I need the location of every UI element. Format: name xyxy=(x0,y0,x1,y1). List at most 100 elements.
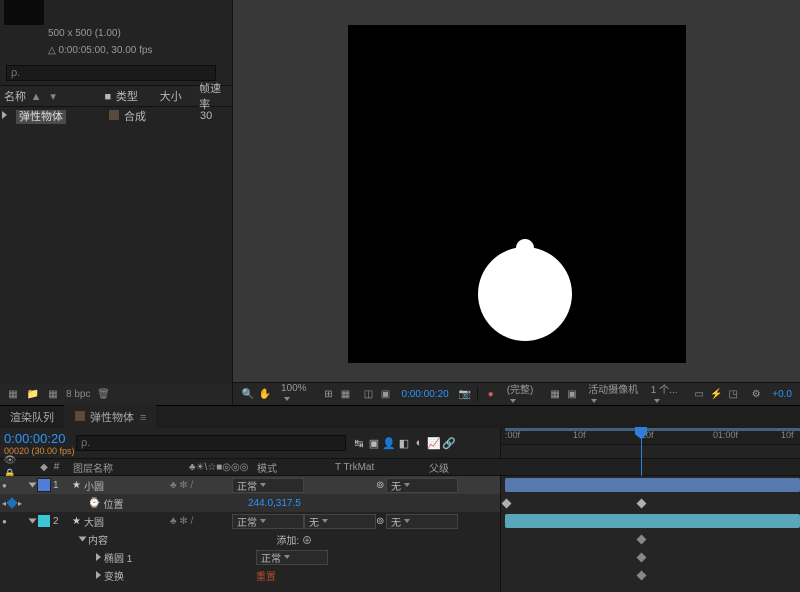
viewer-time[interactable]: 0:00:00:20 xyxy=(401,389,448,400)
label-col-icon[interactable]: ◆ xyxy=(37,460,51,474)
brainstorm-icon[interactable]: 🔗 xyxy=(442,436,456,450)
3d-icon[interactable]: ▣ xyxy=(565,387,579,401)
trkmat-dropdown-2[interactable]: 无 xyxy=(304,514,376,529)
switches-1[interactable]: ♣ ✻ / xyxy=(170,480,193,491)
comp-mini-flow-icon[interactable]: ↹ xyxy=(352,436,366,450)
roi-icon[interactable]: ▣ xyxy=(378,387,392,401)
hand-icon[interactable]: ✋ xyxy=(258,387,272,401)
exposure-value[interactable]: +0.0 xyxy=(772,389,792,400)
snapshot-icon[interactable]: 📷 xyxy=(458,387,472,401)
frame-blend-icon[interactable]: ◧ xyxy=(397,436,411,450)
pickwhip-icon-1[interactable]: ⊚ xyxy=(376,480,384,491)
keyframe[interactable] xyxy=(502,499,512,509)
keyframe-marker[interactable] xyxy=(637,571,647,581)
col-rate[interactable]: 帧速率 xyxy=(195,80,232,112)
twirl-transform[interactable] xyxy=(96,571,101,579)
interpret-footage-icon[interactable]: ▦ xyxy=(6,387,20,401)
ruler-tick-0: :00f xyxy=(505,430,520,440)
bpc-label[interactable]: 8 bpc xyxy=(66,389,90,400)
mode-dropdown-1[interactable]: 正常 xyxy=(232,478,304,493)
parent-dropdown-1[interactable]: 无 xyxy=(386,478,458,493)
twirl-layer-1[interactable] xyxy=(29,483,37,488)
flowchart-icon[interactable]: ⚙ xyxy=(749,387,763,401)
col-trkmat[interactable]: T TrkMat xyxy=(332,462,410,473)
filter-icon[interactable]: ▾ xyxy=(46,90,60,104)
project-item-name[interactable]: 弹性物体 xyxy=(16,110,66,124)
grid-icon[interactable]: ▦ xyxy=(338,387,352,401)
col-type[interactable]: 类型 xyxy=(116,91,138,103)
layer-index-2: 2 xyxy=(53,516,59,527)
mask-icon[interactable]: ◫ xyxy=(361,387,375,401)
resolution-dropdown[interactable]: (完整) xyxy=(507,381,539,407)
draft3d-icon[interactable]: ▣ xyxy=(367,436,381,450)
layer-bar-2[interactable] xyxy=(505,514,800,528)
col-size[interactable]: 大小 xyxy=(156,88,195,104)
property-row-position[interactable]: ◂▸ 位置 244.0,317.5 xyxy=(0,494,500,512)
pixel-aspect-icon[interactable]: ▭ xyxy=(692,387,706,401)
switches-2[interactable]: ♣ ✻ / xyxy=(170,516,193,527)
label-color-1[interactable] xyxy=(37,478,51,492)
parent-dropdown-2[interactable]: 无 xyxy=(386,514,458,529)
col-layer-name[interactable]: 图层名称 xyxy=(70,460,186,475)
tab-render-queue[interactable]: 渲染队列 xyxy=(0,403,64,428)
timeline-tracks[interactable] xyxy=(500,476,800,592)
layer-row-2[interactable]: 2 大圆 ♣ ✻ / 正常 无 ⊚ 无 xyxy=(0,512,500,530)
project-search-input[interactable] xyxy=(6,65,216,81)
eye-col-icon[interactable]: 👁 xyxy=(3,453,17,467)
zoom-dropdown[interactable]: 100% xyxy=(281,383,312,405)
resolution-icon[interactable]: ⊞ xyxy=(321,387,335,401)
col-num[interactable]: # xyxy=(54,462,60,473)
layer-row-1[interactable]: 1 小圆 ♣ ✻ / 正常 ⊚ 无 xyxy=(0,476,500,494)
mode-dropdown-2[interactable]: 正常 xyxy=(232,514,304,529)
add-menu-icon[interactable]: ⊕ xyxy=(302,536,312,547)
shy-icon[interactable]: 👤 xyxy=(382,436,396,450)
prop-position-value[interactable]: 244.0,317.5 xyxy=(248,498,320,509)
magnify-icon[interactable]: 🔍 xyxy=(241,387,255,401)
col-switches[interactable]: ♣☀\☆■◎◎◎ xyxy=(186,462,254,473)
shape-big-circle xyxy=(478,247,572,341)
timeline-search-input[interactable] xyxy=(76,435,346,451)
keyframe-marker[interactable] xyxy=(637,553,647,563)
group-transform[interactable]: 变换 重置 xyxy=(0,566,500,584)
label-color-2[interactable] xyxy=(37,514,51,528)
graph-editor-icon[interactable]: 📈 xyxy=(427,436,441,450)
fast-preview-icon[interactable]: ⚡ xyxy=(709,387,723,401)
next-kf-icon[interactable]: ▸ xyxy=(18,499,22,508)
pickwhip-icon-2[interactable]: ⊚ xyxy=(376,516,384,527)
reset-link[interactable]: 重置 xyxy=(256,572,276,583)
channel-icon[interactable]: ● xyxy=(484,387,498,401)
group-ellipse[interactable]: 椭圆 1 正常 xyxy=(0,548,500,566)
stopwatch-icon[interactable] xyxy=(88,498,100,509)
eye-toggle[interactable] xyxy=(2,480,12,490)
twirl-contents[interactable] xyxy=(79,537,87,542)
keyframe[interactable] xyxy=(637,499,647,509)
layer-name-2[interactable]: 大圆 xyxy=(84,514,104,529)
viewer-toolbar: 🔍✋ 100% ⊞▦ ◫▣ 0:00:00:20 📷 ● (完整) ▦▣ 活动摄… xyxy=(233,382,800,405)
tab-menu-icon[interactable]: ≡ xyxy=(140,412,146,424)
col-parent[interactable]: 父级 xyxy=(426,460,504,475)
layer-name-1[interactable]: 小圆 xyxy=(84,478,104,493)
camera-dropdown[interactable]: 活动摄像机 xyxy=(588,381,642,407)
current-timecode[interactable]: 0:00:00:20 xyxy=(0,429,76,446)
new-comp-icon[interactable]: ▦ xyxy=(46,387,60,401)
twirl-ellipse[interactable] xyxy=(96,553,101,561)
add-kf-icon[interactable] xyxy=(6,497,17,508)
label-swatch[interactable] xyxy=(108,109,120,121)
twirl-icon[interactable] xyxy=(2,111,7,119)
col-name[interactable]: 名称 xyxy=(4,91,26,103)
col-mode[interactable]: 模式 xyxy=(254,460,332,475)
motion-blur-icon[interactable]: ◐ xyxy=(412,436,426,450)
ellipse-mode[interactable]: 正常 xyxy=(256,550,328,565)
twirl-layer-2[interactable] xyxy=(29,519,37,524)
group-contents[interactable]: 内容 添加: ⊕ xyxy=(0,530,500,548)
layer-bar-1[interactable] xyxy=(505,478,800,492)
tab-composition[interactable]: 弹性物体≡ xyxy=(64,403,156,428)
transparency-icon[interactable]: ▦ xyxy=(548,387,562,401)
timeline-icon[interactable]: ◳ xyxy=(726,387,740,401)
trash-icon[interactable]: 🗑 xyxy=(96,387,110,401)
keyframe-marker[interactable] xyxy=(637,535,647,545)
composition-viewer[interactable] xyxy=(233,0,800,382)
new-folder-icon[interactable]: 📁 xyxy=(26,387,40,401)
eye-toggle-2[interactable] xyxy=(2,516,12,526)
views-dropdown[interactable]: 1 个... xyxy=(651,381,683,407)
